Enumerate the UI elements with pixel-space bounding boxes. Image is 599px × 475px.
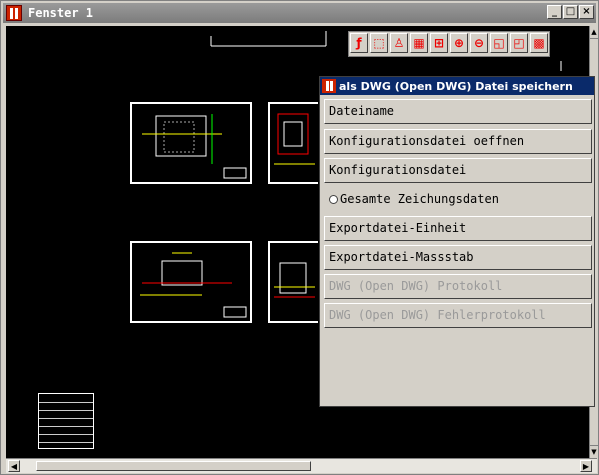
gesamte-label: Gesamte Zeichungsdaten [340, 192, 499, 206]
radio-icon[interactable] [329, 195, 338, 204]
view-toolbar: ƒ ⬚ ♙ ▦ ⊞ ⊕ ⊖ ◱ ◰ ▩ [348, 31, 550, 57]
maximize-button[interactable]: □ [563, 5, 578, 19]
zoom-window-icon[interactable]: ◱ [490, 33, 508, 53]
fire-icon[interactable]: ƒ [350, 33, 368, 53]
scroll-left-icon[interactable]: ◀ [8, 460, 20, 472]
window-icon[interactable]: ◰ [510, 33, 528, 53]
scroll-down-icon[interactable]: ▼ [590, 445, 598, 458]
close-button[interactable]: × [579, 5, 594, 19]
scroll-thumb[interactable] [36, 461, 311, 471]
select-icon[interactable]: ⬚ [370, 33, 388, 53]
dialog-title: als DWG (Open DWG) Datei speichern [339, 79, 573, 93]
gesamte-radio[interactable]: Gesamte Zeichungsdaten [324, 187, 592, 212]
zoom-in-icon[interactable]: ⊕ [450, 33, 468, 53]
massstab-button[interactable]: Exportdatei-Massstab [324, 245, 592, 270]
zoom-out-icon[interactable]: ⊖ [470, 33, 488, 53]
dialog-app-icon [322, 79, 336, 93]
hatch-icon[interactable]: ▩ [530, 33, 548, 53]
minimize-button[interactable]: _ [547, 5, 562, 19]
dialog-titlebar[interactable]: als DWG (Open DWG) Datei speichern [320, 77, 594, 95]
scroll-right-icon[interactable]: ▶ [580, 460, 592, 472]
drawing-sheet-4 [268, 241, 318, 323]
grid-icon[interactable]: ▦ [410, 33, 428, 53]
dateiname-button[interactable]: Dateiname [324, 99, 592, 124]
export-dialog: als DWG (Open DWG) Datei speichern Datei… [319, 76, 595, 407]
fehlerprotokoll-button[interactable]: DWG (Open DWG) Fehlerprotokoll [324, 303, 592, 328]
konfig-button[interactable]: Konfigurationsdatei [324, 158, 592, 183]
scroll-up-icon[interactable]: ▲ [590, 26, 598, 39]
drawing-sheet-3 [130, 241, 252, 323]
drawing-sheet-2 [268, 102, 318, 184]
app-icon [6, 5, 22, 21]
einheit-button[interactable]: Exportdatei-Einheit [324, 216, 592, 241]
title-block [38, 393, 94, 449]
cad-window: Fenster 1 _ □ × ƒ ⬚ ♙ ▦ ⊞ ⊕ ⊖ ◱ ◰ ▩ ▲ ▼ … [0, 0, 599, 475]
window-title: Fenster 1 [28, 6, 94, 20]
konfig-oeffnen-button[interactable]: Konfigurationsdatei oeffnen [324, 129, 592, 154]
fit-icon[interactable]: ⊞ [430, 33, 448, 53]
horizontal-scrollbar[interactable]: ◀ ▶ [6, 458, 597, 473]
window-titlebar[interactable]: Fenster 1 _ □ × [3, 3, 596, 23]
protokoll-button[interactable]: DWG (Open DWG) Protokoll [324, 274, 592, 299]
figure-icon[interactable]: ♙ [390, 33, 408, 53]
drawing-sheet-1 [130, 102, 252, 184]
